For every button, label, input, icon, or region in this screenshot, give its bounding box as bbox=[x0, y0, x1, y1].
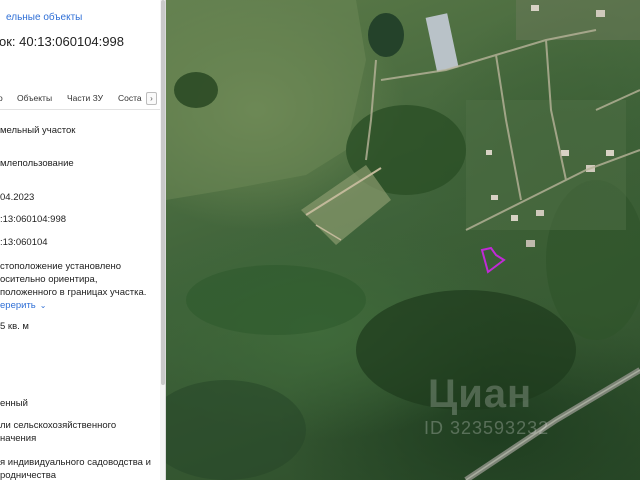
date-value: 04.2023 bbox=[0, 192, 35, 203]
tree-cluster bbox=[174, 72, 218, 108]
area-value: 5 кв. м bbox=[0, 321, 29, 332]
permitted-use-line-1: я индивидуального садоводства и bbox=[0, 457, 151, 468]
address-line-3: положенного в границах участка. bbox=[0, 287, 147, 298]
watermark-logo: Циан bbox=[428, 372, 533, 416]
quarter-number-value: :13:060104 bbox=[0, 237, 48, 248]
tab-info[interactable]: о bbox=[0, 93, 3, 103]
scrollbar-thumb[interactable] bbox=[161, 0, 165, 385]
parcel-info-panel: ельные объекты ок: 40:13:060104:998 о Об… bbox=[0, 0, 166, 480]
land-category-line-2: начения bbox=[0, 433, 37, 444]
tab-objects[interactable]: Объекты bbox=[17, 93, 52, 103]
show-more-link[interactable]: ерерить ⌄ bbox=[0, 299, 46, 312]
cadastral-number-value: :13:060104:998 bbox=[0, 214, 67, 225]
parcel-title: ок: 40:13:060104:998 bbox=[0, 34, 124, 49]
selected-parcel-outline bbox=[480, 246, 506, 274]
permitted-use-line-2: родничества bbox=[0, 470, 57, 480]
back-to-objects-link[interactable]: ельные объекты bbox=[0, 12, 82, 23]
house bbox=[536, 210, 544, 216]
category-value: мельный участок bbox=[0, 125, 76, 136]
house bbox=[491, 195, 498, 200]
house bbox=[511, 215, 518, 221]
forest-area bbox=[166, 380, 306, 480]
tab-parts[interactable]: Части ЗУ bbox=[67, 93, 103, 103]
tab-bar: о Объекты Части ЗУ Соста › bbox=[0, 88, 165, 110]
house bbox=[596, 10, 605, 17]
satellite-map[interactable]: Циан ID 323593232 bbox=[166, 0, 640, 480]
land-category-line-1: ли сельскохозяйственного bbox=[0, 420, 117, 431]
map-imagery bbox=[166, 0, 640, 480]
tree-cluster bbox=[186, 265, 366, 335]
tab-composition[interactable]: Соста bbox=[118, 93, 142, 103]
farm-building bbox=[425, 13, 459, 72]
house bbox=[526, 240, 535, 247]
watermark-id: ID 323593232 bbox=[424, 418, 550, 438]
house bbox=[531, 5, 539, 11]
pond bbox=[368, 13, 404, 57]
house bbox=[606, 150, 614, 156]
address-line-1: стоположение установлено bbox=[0, 261, 122, 272]
tabs-next-arrow-icon[interactable]: › bbox=[146, 92, 157, 105]
address-line-2: осительно ориентира, bbox=[0, 274, 98, 285]
status-value: енный bbox=[0, 398, 28, 409]
type-value: млепользование bbox=[0, 158, 74, 169]
chevron-down-icon: ⌄ bbox=[39, 301, 47, 310]
house bbox=[561, 150, 569, 156]
house bbox=[486, 150, 492, 155]
